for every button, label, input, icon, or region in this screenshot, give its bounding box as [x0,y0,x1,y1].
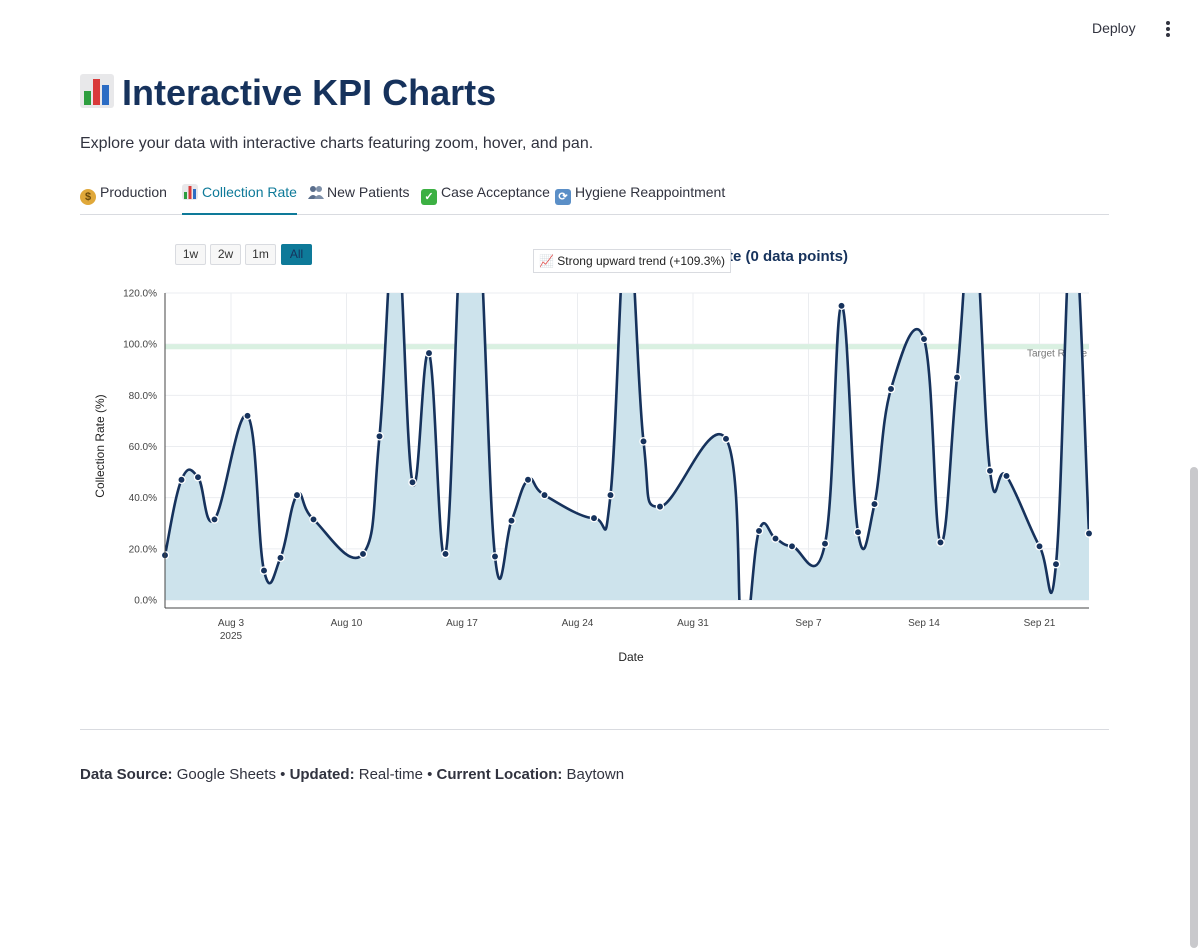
data-source-label: Data Source: [80,766,173,783]
tab-production[interactable]: $ Production [80,184,167,214]
data-point-marker [787,542,797,551]
data-point-marker [210,515,219,524]
data-point-marker [424,348,434,358]
footer-separator: • [280,766,286,783]
page-title-text: Interactive KPI Charts [122,72,497,113]
top-bar: Deploy [0,0,1200,60]
tab-collection-rate[interactable]: Collection Rate [182,184,297,215]
x-tick-label: Sep 21 [1024,618,1056,629]
x-tick-label: Sep 14 [908,618,940,629]
data-point-marker [523,475,533,485]
data-point-marker [589,513,599,523]
x-tick-label: Aug 31 [677,618,709,629]
chart-title: te (0 data points) [728,248,849,265]
page-subtitle: Explore your data with interactive chart… [80,135,594,152]
updated-label: Updated: [289,766,355,783]
data-point-marker [1002,471,1011,481]
tab-new-patients[interactable]: New Patients [307,184,409,214]
range-button-1w[interactable]: 1w [175,244,206,265]
y-tick-label: 60.0% [129,442,157,453]
data-point-marker [259,566,269,575]
y-tick-label: 0.0% [134,596,157,607]
x-tick-label: 2025 [220,631,243,642]
data-point-marker [886,384,896,394]
data-point-marker [639,437,648,446]
data-point-marker [193,472,203,482]
data-point-marker [754,526,764,536]
section-divider [80,729,1109,730]
range-button-1m[interactable]: 1m [245,244,276,265]
check-mark-icon: ✓ [421,189,437,205]
data-point-marker [408,478,417,487]
data-point-marker [358,549,368,559]
data-point-marker [243,411,252,421]
data-point-marker [1051,559,1061,569]
y-tick-label: 100.0% [123,340,157,351]
data-point-marker [870,499,879,509]
updated-value: Real-time [358,766,423,783]
data-point-marker [177,475,186,485]
scrollbar[interactable] [1190,467,1198,948]
data-point-marker [309,515,318,524]
x-tick-label: Aug 17 [446,618,478,629]
y-tick-label: 40.0% [129,493,157,504]
refresh-icon: ⟳ [555,189,571,205]
trend-annotation: 📈 Strong upward trend (+109.3%) [533,249,732,273]
collection-rate-chart[interactable]: 0.0% 20.0% 40.0% 60.0% 80.0% 100.0% 120.0% Aug … [90,280,1100,680]
data-point-marker [441,549,450,559]
x-tick-label: Aug 3 [218,618,245,629]
people-icon [307,184,324,200]
data-point-marker [507,516,516,525]
x-tick-label: Sep 7 [795,618,822,629]
range-button-2w[interactable]: 2w [210,244,241,265]
bar-chart-icon [80,74,114,108]
data-point-marker [721,434,731,444]
bar-chart-icon [182,184,198,200]
data-point-marker [936,538,945,547]
y-tick-label: 20.0% [129,544,157,555]
x-tick-label: Aug 10 [331,618,363,629]
footer-separator: • [427,766,433,783]
data-point-marker [919,334,929,344]
y-axis-title: Collection Rate (%) [93,394,107,497]
footer-info: Data Source: Google Sheets • Updated: Re… [80,766,624,783]
data-point-marker [1084,529,1094,538]
location-label: Current Location: [436,766,563,783]
tab-case-acceptance[interactable]: ✓ Case Acceptance [421,184,550,214]
data-point-marker [771,534,780,543]
page-title: Interactive KPI Charts [80,72,496,114]
tab-bar: $ Production Collection Rate New Patients… [80,180,1109,215]
x-axis-title: Date [618,650,644,664]
data-point-marker [1035,542,1044,551]
main-menu-icon[interactable] [1162,21,1174,39]
data-point-marker [952,373,962,382]
tab-hygiene-reappointment[interactable]: ⟳ Hygiene Reappointment [555,184,725,214]
y-tick-label: 120.0% [123,289,157,300]
data-point-marker [276,553,285,563]
data-point-marker [820,539,830,548]
data-source-value: Google Sheets [176,766,276,783]
deploy-button[interactable]: Deploy [1092,20,1136,36]
money-bag-icon: $ [80,189,96,205]
data-point-marker [292,490,302,500]
location-value: Baytown [566,766,625,783]
data-point-marker [655,502,665,511]
y-tick-label: 80.0% [129,391,157,402]
data-point-marker [490,552,500,561]
data-point-marker [985,466,995,476]
data-point-marker [606,490,615,500]
data-point-marker [837,301,846,311]
x-tick-label: Aug 24 [562,618,594,629]
data-point-marker [375,432,384,441]
data-point-marker [540,490,549,500]
range-button-all[interactable]: All [281,244,312,265]
data-point-marker [853,527,863,537]
